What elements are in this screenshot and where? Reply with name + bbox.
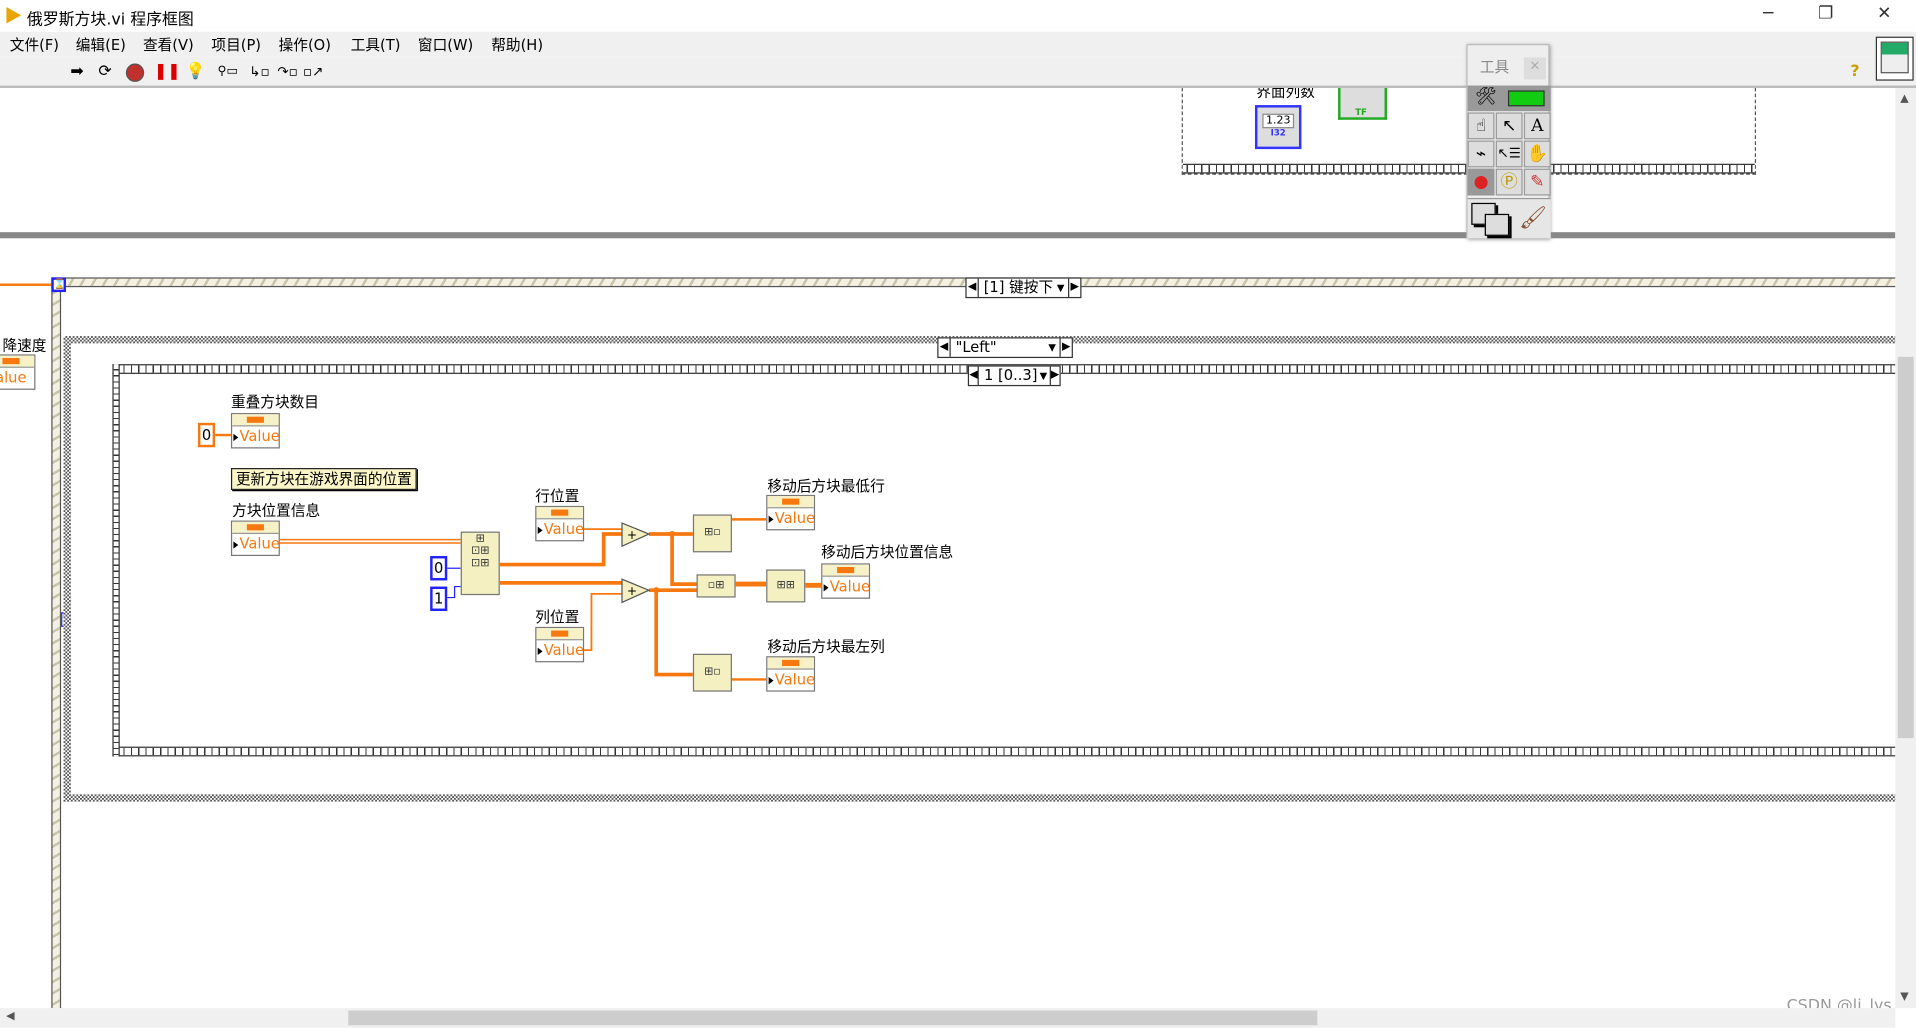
menu-view[interactable]: 查看(V) — [143, 34, 194, 55]
row-pos-label: 行位置 — [535, 487, 580, 505]
vertical-scroll-thumb[interactable] — [1897, 356, 1914, 739]
labview-app-icon — [6, 7, 22, 24]
menu-edit[interactable]: 编辑(E) — [76, 34, 126, 55]
edit-text-tool-icon[interactable]: A — [1523, 112, 1551, 140]
scroll-down-icon[interactable]: ▼ — [1900, 991, 1908, 1003]
context-help-icon[interactable]: ? — [1845, 62, 1865, 82]
menu-bar: 文件(F) 编辑(E) 查看(V) 项目(P) 操作(O) 工具(T) 窗口(W… — [0, 31, 1916, 57]
restore-button[interactable]: ❐ — [1807, 4, 1844, 24]
overlap-count-local-variable[interactable]: Value — [230, 413, 280, 449]
menu-tools[interactable]: 工具(T) — [351, 34, 401, 55]
scroll-up-icon[interactable]: ▲ — [1900, 93, 1908, 105]
leftmost-col-label: 移动后方块最左列 — [767, 637, 885, 655]
step-over-icon[interactable]: ↷▫ — [277, 62, 297, 82]
comment-label: 更新方块在游戏界面的位置 — [230, 468, 417, 491]
array-min-max-node[interactable]: ⊞▫ — [692, 653, 732, 692]
connect-wire-tool-icon[interactable]: ⌁ — [1467, 140, 1495, 168]
auto-tool-indicator[interactable] — [1507, 90, 1545, 107]
vertical-scrollbar[interactable]: ▲ ▼ — [1895, 87, 1916, 1009]
lowest-row-label: 移动后方块最低行 — [767, 477, 885, 495]
run-continuously-icon[interactable]: ⟳ — [95, 62, 115, 82]
tools-palette-title: 工具 — [1479, 58, 1510, 76]
horizontal-scrollbar[interactable]: ◀ — [0, 1008, 1896, 1028]
background-color-swatch[interactable] — [1484, 213, 1510, 236]
menu-help[interactable]: 帮助(H) — [491, 34, 543, 55]
retain-wire-values-icon[interactable]: ⚲▭ — [218, 62, 239, 82]
block-pos-label: 方块位置信息 — [232, 502, 321, 520]
toolbar: ➡ ⟳ ❚❚ 💡 ⚲▭ ↳▫ ↷▫ ▫↗ ? — [0, 56, 1916, 88]
index-constant-0[interactable]: 0 — [430, 556, 448, 581]
abort-icon[interactable] — [125, 63, 145, 82]
col-pos-label: 列位置 — [535, 608, 580, 626]
watermark: CSDN @li_lys — [1786, 997, 1892, 1009]
wire — [654, 590, 693, 677]
col-pos-local-variable[interactable]: Value — [535, 626, 585, 663]
block-pos-local-variable[interactable]: Value — [230, 520, 280, 557]
horizontal-scroll-thumb[interactable] — [348, 1010, 1318, 1026]
row-pos-local-variable[interactable]: Value — [535, 505, 585, 542]
menu-file[interactable]: 文件(F) — [10, 34, 59, 55]
leftmost-col-local-variable[interactable]: Value — [766, 656, 816, 692]
wire — [447, 585, 461, 599]
menu-project[interactable]: 项目(P) — [211, 34, 261, 55]
probe-tool-icon[interactable]: Ⓟ — [1495, 168, 1523, 196]
auto-tool-icon[interactable]: 🛠 — [1475, 87, 1497, 107]
get-color-tool-icon[interactable]: ✎ — [1523, 168, 1551, 196]
overlap-count-label: 重叠方块数目 — [230, 393, 319, 411]
scroll-tool-icon[interactable]: ✋ — [1523, 140, 1551, 168]
menu-window[interactable]: 窗口(W) — [418, 34, 473, 55]
wire — [582, 592, 622, 652]
step-into-icon[interactable]: ↳▫ — [249, 62, 269, 82]
close-icon[interactable]: × — [1523, 57, 1546, 80]
highlight-execution-icon[interactable]: 💡 — [186, 62, 206, 82]
build-array-node[interactable]: ▫⊞ — [696, 574, 736, 598]
new-pos-label: 移动后方块位置信息 — [821, 543, 954, 561]
minimize-button[interactable]: ─ — [1750, 4, 1787, 24]
transpose-array-node[interactable]: ⊞⊞ — [766, 569, 806, 603]
run-icon[interactable]: ➡ — [67, 62, 87, 82]
shortcut-menu-tool-icon[interactable]: ↖☰ — [1495, 140, 1523, 168]
operate-value-tool-icon[interactable]: ☝ — [1467, 112, 1495, 140]
zero-constant[interactable]: 0 — [197, 422, 216, 448]
color-tool-row: 🖌 — [1467, 197, 1551, 239]
new-pos-local-variable[interactable]: Value — [821, 563, 871, 599]
breakpoint-tool-icon[interactable]: ● — [1467, 168, 1495, 196]
pause-icon[interactable]: ❚❚ — [154, 62, 181, 82]
set-color-tool-icon[interactable]: 🖌 — [1519, 205, 1547, 231]
svg-text:+: + — [627, 584, 637, 598]
step-out-icon[interactable]: ▫↗ — [303, 62, 323, 82]
tools-palette: 工具 × 🛠 ☝ ↖ A ⌁ ↖☰ ✋ ● Ⓟ ✎ 🖌 — [1466, 43, 1551, 239]
position-select-tool-icon[interactable]: ↖ — [1495, 112, 1523, 140]
window-title: 俄罗斯方块.vi 程序框图 — [26, 10, 194, 30]
svg-text:+: + — [627, 528, 637, 542]
scroll-left-icon[interactable]: ◀ — [6, 1011, 14, 1023]
block-diagram-canvas[interactable]: 界面列数 1.23 I32 TF 降速度 alue ⌛ ? ◀ [1] 键按下 … — [0, 87, 1896, 1009]
lowest-row-local-variable[interactable]: Value — [766, 494, 816, 531]
array-min-max-node[interactable]: ⊞▫ — [692, 514, 732, 553]
auto-tool-row: 🛠 — [1467, 85, 1551, 112]
title-bar: 俄罗斯方块.vi 程序框图 ─ ❐ ✕ — [0, 0, 1916, 32]
close-button[interactable]: ✕ — [1866, 4, 1903, 24]
index-constant-1[interactable]: 1 — [430, 586, 448, 611]
index-array-node[interactable]: ⊞ ⊡⊞ ⊡⊞ — [460, 531, 500, 596]
menu-operate[interactable]: 操作(O) — [279, 34, 331, 55]
vi-icon[interactable] — [1875, 36, 1914, 81]
